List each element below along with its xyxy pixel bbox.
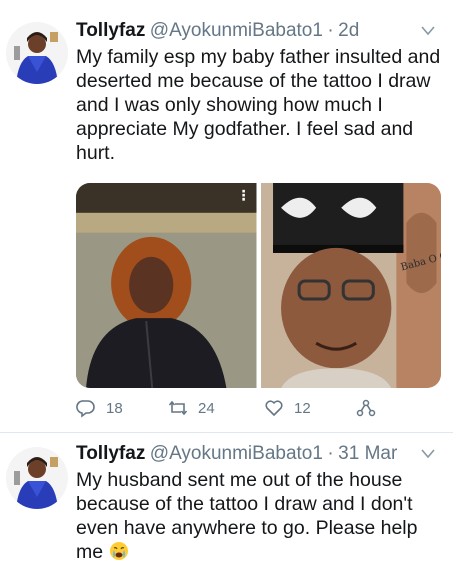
tweet-text: My husband sent me out of the house beca… [76, 468, 442, 564]
user-handle[interactable]: @AyokunmiBabato1 [150, 443, 323, 464]
tweet-header: Tollyfaz @AyokunmiBabato1 · 31 Mar [76, 443, 443, 467]
tweet-text: My family esp my baby father insulted an… [76, 46, 441, 164]
share-icon [356, 399, 376, 417]
like-button[interactable]: 12 [264, 398, 311, 418]
crying-face-emoji-icon [109, 542, 128, 560]
user-handle[interactable]: @AyokunmiBabato1 [150, 20, 323, 41]
retweet-count: 24 [198, 399, 215, 417]
chevron-down-icon[interactable] [421, 449, 435, 459]
media-menu-icon[interactable]: ⋮ [237, 187, 251, 204]
tweet-date[interactable]: 2d [338, 20, 359, 41]
tweet-actions: 18 24 12 [76, 398, 416, 422]
chevron-down-icon[interactable] [421, 26, 435, 36]
share-button[interactable] [356, 398, 376, 418]
tweet-header: Tollyfaz @AyokunmiBabato1 · 2d [76, 20, 443, 44]
display-name[interactable]: Tollyfaz [76, 443, 145, 464]
avatar[interactable] [6, 447, 68, 509]
retweet-icon [168, 400, 188, 416]
tweet[interactable]: Tollyfaz @AyokunmiBabato1 · 31 Mar My hu… [0, 433, 453, 578]
avatar[interactable] [6, 22, 68, 84]
reply-icon [76, 400, 95, 418]
photo-woman[interactable]: ⋮ [76, 183, 257, 388]
heart-icon [265, 400, 283, 416]
separator-dot: · [327, 20, 334, 41]
reply-button[interactable]: 18 [76, 398, 123, 418]
tweet-media[interactable]: ⋮ Baba O Oye [76, 183, 441, 388]
display-name[interactable]: Tollyfaz [76, 20, 145, 41]
separator-dot: · [327, 443, 334, 464]
reply-count: 18 [106, 399, 123, 417]
retweet-button[interactable]: 24 [168, 398, 215, 418]
tweet[interactable]: Tollyfaz @AyokunmiBabato1 · 2d My family… [0, 0, 453, 432]
tweet-date[interactable]: 31 Mar [338, 443, 397, 464]
like-count: 12 [294, 399, 311, 417]
photo-man[interactable]: Baba O Oye [260, 183, 441, 388]
